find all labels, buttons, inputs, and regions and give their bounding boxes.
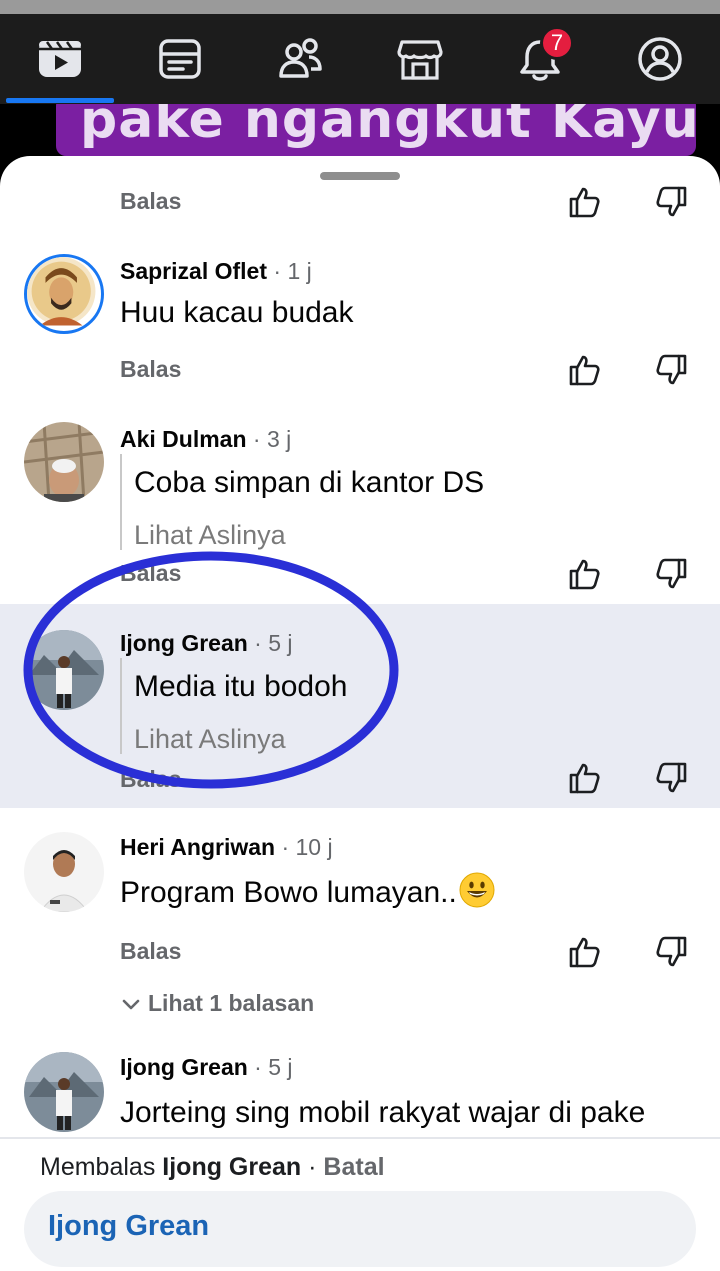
comment-time: 1 j: [287, 258, 312, 284]
thumbs-down-icon[interactable]: [654, 556, 690, 592]
replying-to-label: Membalas Ijong Grean · Batal: [40, 1153, 385, 1181]
cancel-reply-button[interactable]: Batal: [323, 1153, 384, 1181]
comment-item: Heri Angriwan · 10 j Program Bowo lumaya…: [0, 808, 720, 1044]
thumbs-up-icon[interactable]: [566, 184, 602, 220]
avatar[interactable]: [24, 832, 104, 912]
reply-composer: Membalas Ijong Grean · Batal Ijong Grean: [0, 1137, 720, 1271]
thumbs-up-icon[interactable]: [566, 352, 602, 388]
comment-text: Huu kacau budak: [120, 296, 354, 329]
status-strip: [0, 0, 720, 14]
avatar-photo: [24, 832, 104, 912]
comment-item: Saprizal Oflet · 1 j Huu kacau budak Bal…: [0, 236, 720, 404]
comment-input[interactable]: Ijong Grean: [24, 1191, 696, 1267]
thumbs-down-icon[interactable]: [654, 352, 690, 388]
nav-marketplace-tab[interactable]: [370, 14, 470, 104]
thumbs-down-icon[interactable]: [654, 760, 690, 796]
translation-divider: [120, 454, 122, 550]
video-preview: pake ngangkut Kayu: [0, 104, 720, 164]
comment-time: 3 j: [266, 426, 292, 452]
thumbs-up-icon[interactable]: [566, 760, 602, 796]
reply-target-name: Ijong Grean: [162, 1153, 302, 1181]
nav-feeds-tab[interactable]: [130, 14, 230, 104]
mention-tag: Ijong Grean: [48, 1210, 210, 1242]
reply-button[interactable]: Balas: [120, 356, 181, 383]
annotation-circle: [23, 551, 399, 789]
comments-sheet: Balas Saprizal Oflet · 1 j Huu kacau bud…: [0, 156, 720, 1271]
comment-text: Jorteing sing mobil rakyat wajar di pake: [120, 1096, 646, 1129]
comment-item: Ijong Grean · 5 j Jorteing sing mobil ra…: [0, 1044, 720, 1144]
feeds-icon: [159, 39, 201, 79]
notification-badge: 7: [540, 26, 574, 60]
marketplace-icon: [397, 40, 443, 80]
comment-time: 5 j: [268, 1054, 293, 1080]
see-original-link[interactable]: Lihat Aslinya: [134, 520, 286, 551]
chevron-down-icon: [122, 999, 140, 1010]
comment-author[interactable]: Aki Dulman · 3 j: [120, 426, 291, 453]
thumbs-up-icon[interactable]: [566, 934, 602, 970]
view-replies-link[interactable]: Lihat 1 balasan: [120, 990, 314, 1017]
top-navigation-bar: 7: [0, 14, 720, 104]
thumbs-down-icon[interactable]: [654, 184, 690, 220]
avatar[interactable]: [24, 1052, 104, 1132]
thumbs-down-icon[interactable]: [654, 934, 690, 970]
comment-text: Program Bowo lumayan..: [120, 872, 495, 910]
video-icon: [39, 41, 81, 77]
avatar[interactable]: [24, 254, 104, 334]
comment-author[interactable]: Heri Angriwan · 10 j: [120, 834, 333, 861]
nav-friends-tab[interactable]: [250, 14, 350, 104]
avatar[interactable]: [24, 422, 104, 502]
reply-button[interactable]: Balas: [120, 188, 181, 215]
profile-icon: [638, 37, 682, 81]
thumbs-up-icon[interactable]: [566, 556, 602, 592]
avatar-photo: [24, 422, 104, 502]
comment-author[interactable]: Saprizal Oflet · 1 j: [120, 258, 312, 285]
active-tab-indicator: [6, 98, 114, 103]
friends-icon: [279, 38, 322, 78]
nav-profile-tab[interactable]: [610, 14, 710, 104]
video-caption-banner: pake ngangkut Kayu: [56, 104, 696, 156]
video-caption-text: pake ngangkut Kayu: [80, 104, 696, 150]
avatar-photo: [24, 1052, 104, 1132]
comment-author[interactable]: Ijong Grean · 5 j: [120, 1054, 293, 1081]
grinning-face-emoji-icon: [459, 872, 495, 908]
comment-time: 10 j: [295, 834, 333, 860]
nav-video-tab[interactable]: [10, 14, 110, 104]
nav-notifications-tab[interactable]: 7: [490, 14, 590, 104]
reply-button[interactable]: Balas: [120, 938, 181, 965]
avatar-illustration: [27, 257, 96, 326]
comment-text: Coba simpan di kantor DS: [134, 466, 485, 499]
comment-item: Balas: [0, 156, 720, 236]
